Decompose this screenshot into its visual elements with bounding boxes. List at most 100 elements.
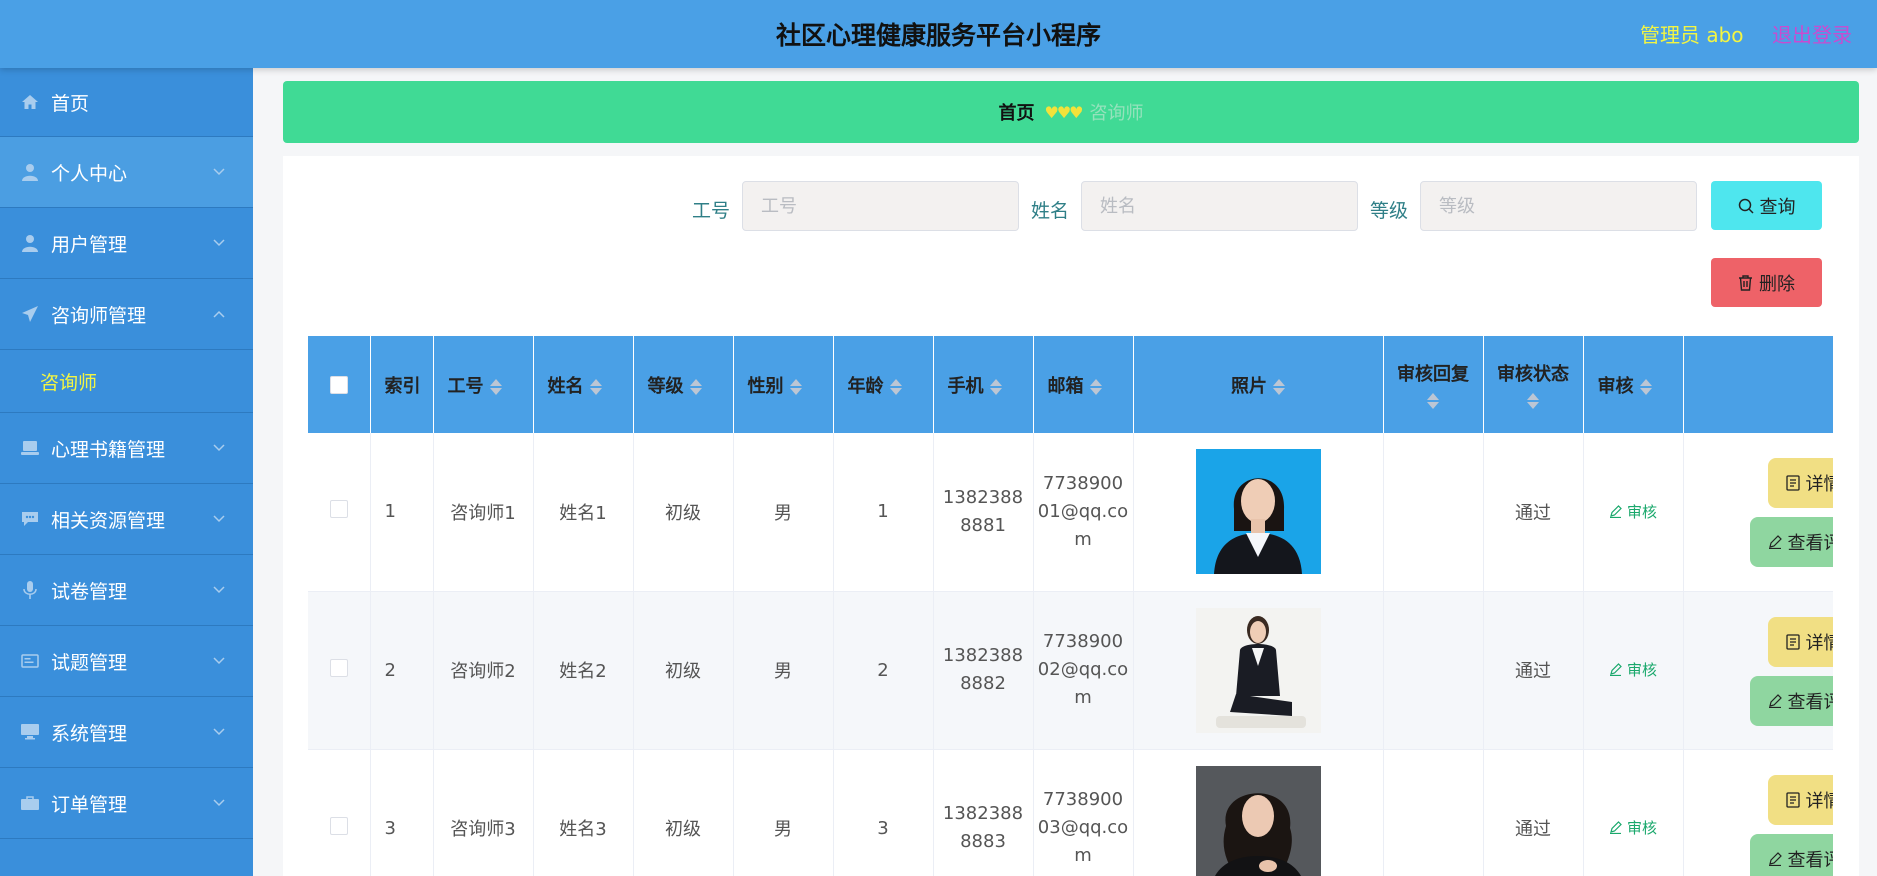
row-select <box>308 749 371 876</box>
search-icon <box>1738 198 1754 214</box>
view-review-button[interactable]: 查看评价 <box>1749 675 1834 726</box>
header-label: 姓名 <box>547 375 584 397</box>
header-label: 性别 <box>747 375 784 397</box>
job-no-input[interactable] <box>742 181 1019 231</box>
sidebar-item-psych-books[interactable]: 心理书籍管理 <box>0 413 253 484</box>
sidebar-item-system[interactable]: 系统管理 <box>0 697 253 768</box>
edit-icon <box>1768 535 1782 549</box>
sidebar-item-label: 系统管理 <box>51 722 128 745</box>
row-checkbox[interactable] <box>329 816 348 835</box>
sidebar-item-label: 订单管理 <box>51 793 128 816</box>
sidebar-item-counselor-management[interactable]: 咨询师管理 <box>0 279 253 350</box>
header-name[interactable]: 姓名 <box>533 336 634 433</box>
detail-button-label: 详情 <box>1805 790 1834 812</box>
header-phone[interactable]: 手机 <box>933 336 1034 433</box>
audit-link-label: 审核 <box>1626 661 1657 679</box>
header-audit-reply[interactable]: 审核回复 <box>1383 336 1484 433</box>
sidebar-item-user-management[interactable]: 用户管理 <box>0 208 253 279</box>
counselor-photo[interactable] <box>1195 607 1321 733</box>
sort-icon[interactable] <box>1273 378 1285 396</box>
header-gender[interactable]: 性别 <box>733 336 834 433</box>
sort-icon[interactable] <box>589 378 602 396</box>
counselor-photo[interactable] <box>1195 765 1321 876</box>
cell-name: 姓名2 <box>533 591 634 750</box>
cell-audit-reply <box>1383 433 1484 592</box>
header-audit-status[interactable]: 审核状态 <box>1483 336 1584 433</box>
sidebar-item-label: 试题管理 <box>51 651 128 674</box>
counselor-photo[interactable] <box>1195 449 1321 575</box>
logout-link[interactable]: 退出登录 <box>1772 19 1852 48</box>
detail-button[interactable]: 详情 <box>1767 458 1833 508</box>
cell-job-no: 咨询师3 <box>433 749 534 876</box>
detail-button[interactable]: 详情 <box>1767 616 1833 667</box>
sidebar-item-exam-papers[interactable]: 试卷管理 <box>0 555 253 626</box>
sidebar-item-resources[interactable]: 相关资源管理 <box>0 484 253 555</box>
cell-photo <box>1133 749 1384 876</box>
header-email[interactable]: 邮箱 <box>1033 336 1134 433</box>
row-select <box>308 433 371 592</box>
sort-icon[interactable] <box>1089 378 1102 396</box>
sort-icon[interactable] <box>989 378 1002 396</box>
header-level[interactable]: 等级 <box>633 336 734 433</box>
chevron-down-icon <box>212 166 226 178</box>
cell-audit-status: 通过 <box>1483 591 1584 750</box>
chevron-down-icon <box>212 513 226 525</box>
row-checkbox[interactable] <box>329 658 348 677</box>
delete-button-label: 删除 <box>1759 273 1795 295</box>
cell-audit-reply <box>1383 591 1484 750</box>
header-job-no[interactable]: 工号 <box>433 336 534 433</box>
sort-icon[interactable] <box>689 378 702 396</box>
document-icon <box>1785 791 1800 808</box>
audit-link[interactable]: 审核 <box>1609 817 1657 838</box>
chevron-down-icon <box>212 237 226 249</box>
chevron-up-icon <box>212 308 226 320</box>
sidebar-item-label: 心理书籍管理 <box>51 438 166 461</box>
sidebar-item-personal-center[interactable]: 个人中心 <box>0 137 253 208</box>
view-review-button[interactable]: 查看评价 <box>1749 517 1833 567</box>
audit-link[interactable]: 审核 <box>1609 659 1657 680</box>
paper-plane-icon <box>20 304 40 324</box>
audit-link[interactable]: 审核 <box>1609 501 1657 522</box>
query-button[interactable]: 查询 <box>1711 181 1822 230</box>
header-label: 审核 <box>1597 375 1634 397</box>
sidebar-item-label: 咨询师管理 <box>51 304 147 327</box>
cell-phone: 13823888881 <box>933 433 1034 592</box>
header-label: 等级 <box>647 375 684 397</box>
sidebar-subitem-counselor[interactable]: 咨询师 <box>0 350 253 413</box>
sort-icon[interactable] <box>489 378 502 396</box>
header-select-all <box>308 336 371 433</box>
counselor-table: 索引 工号 姓名 等级 性别 年龄 手机 邮箱 照片 审核回复 审核状态 审核 … <box>308 336 1833 876</box>
admin-username: 管理员 abo <box>1640 23 1744 47</box>
app-title: 社区心理健康服务平台小程序 <box>775 21 1101 50</box>
view-review-button-label: 查看评价 <box>1787 691 1834 713</box>
sort-icon[interactable] <box>1427 392 1439 410</box>
delete-button[interactable]: 删除 <box>1711 258 1822 307</box>
laptop-icon <box>20 438 40 458</box>
name-input[interactable] <box>1081 181 1358 231</box>
breadcrumb-home[interactable]: 首页 <box>998 99 1034 125</box>
view-review-button[interactable]: 查看评价 <box>1749 833 1833 876</box>
document-icon <box>1785 633 1800 650</box>
sort-icon[interactable] <box>789 378 802 396</box>
level-label: 等级 <box>1370 200 1409 222</box>
select-all-checkbox[interactable] <box>329 376 348 394</box>
job-no-label: 工号 <box>692 200 731 222</box>
header-photo[interactable]: 照片 <box>1133 336 1384 433</box>
row-checkbox[interactable] <box>329 500 348 519</box>
header-label: 索引 <box>384 375 421 397</box>
header-label: 工号 <box>447 375 484 397</box>
header-age[interactable]: 年龄 <box>833 336 934 433</box>
sort-icon[interactable] <box>889 378 902 396</box>
header-audit[interactable]: 审核 <box>1583 336 1684 433</box>
sidebar: 首页 个人中心 用户管理 咨询师管理 咨询师 心理书籍管理 相关资源管理 试卷管… <box>0 68 253 876</box>
cell-audit: 审核 <box>1583 433 1684 592</box>
sidebar-item-questions[interactable]: 试题管理 <box>0 626 253 697</box>
sort-icon[interactable] <box>1527 392 1539 410</box>
detail-button[interactable]: 详情 <box>1767 774 1834 825</box>
cell-age: 3 <box>833 749 934 876</box>
sidebar-item-orders[interactable]: 订单管理 <box>0 768 253 839</box>
sidebar-item-home[interactable]: 首页 <box>0 68 253 137</box>
level-input[interactable] <box>1420 181 1697 231</box>
cell-audit-status: 通过 <box>1483 749 1584 876</box>
sort-icon[interactable] <box>1639 378 1652 396</box>
